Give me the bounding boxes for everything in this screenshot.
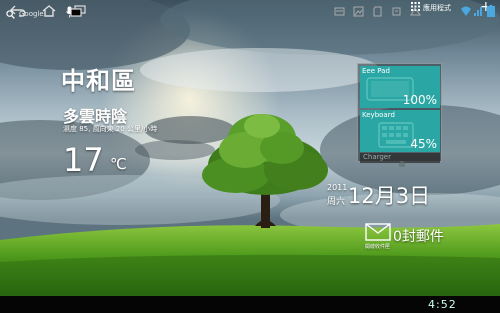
gallery-icon[interactable] [353,2,364,21]
mail-inbox-label[interactable]: 開啟收件匣 [365,243,390,250]
clock-weekday: 周六 [327,197,346,207]
status-clock[interactable]: 4:52 [428,296,457,313]
screenshot-icon[interactable] [334,2,345,21]
keyboard-icon [378,122,414,152]
home-icon[interactable] [41,2,57,21]
clock-date[interactable]: 12月3日 [348,180,430,210]
battery-icon [487,2,495,21]
charger-label: Charger [363,153,391,161]
weather-temperature: 17 [63,141,104,179]
recent-apps-icon[interactable] [70,2,86,21]
signal-icon [474,2,484,21]
pad-battery-percent: 100% [402,93,437,107]
weather-city[interactable]: 中和區 [61,61,136,96]
pad-battery-tile: Eee Pad 100% [360,66,440,108]
charger-tile: Charger [360,153,440,167]
sd-card-icon [372,2,383,21]
keyboard-battery-percent: 45% [410,137,437,151]
plug-icon [398,154,406,173]
back-icon[interactable] [10,2,26,21]
notification-icon [410,2,421,21]
weather-detail: 濕度 85, 風向東 20 公里/小時 [63,125,158,133]
keyboard-battery-name: Keyboard [362,111,395,119]
system-nav-bar [0,296,500,313]
pad-battery-name: Eee Pad [362,67,390,75]
weather-unit: ℃ [110,155,127,173]
envelope-icon[interactable] [365,223,391,245]
clock-year: 2011 [327,183,348,192]
usb-icon [391,2,402,21]
battery-widget[interactable]: Eee Pad 100% Keyboard 45% Charger [357,63,442,167]
mail-count[interactable]: 0封郵件 [393,226,444,246]
wifi-icon [461,2,471,21]
apps-label: 應用程式 [423,3,451,12]
keyboard-battery-tile: Keyboard 45% [360,110,440,152]
